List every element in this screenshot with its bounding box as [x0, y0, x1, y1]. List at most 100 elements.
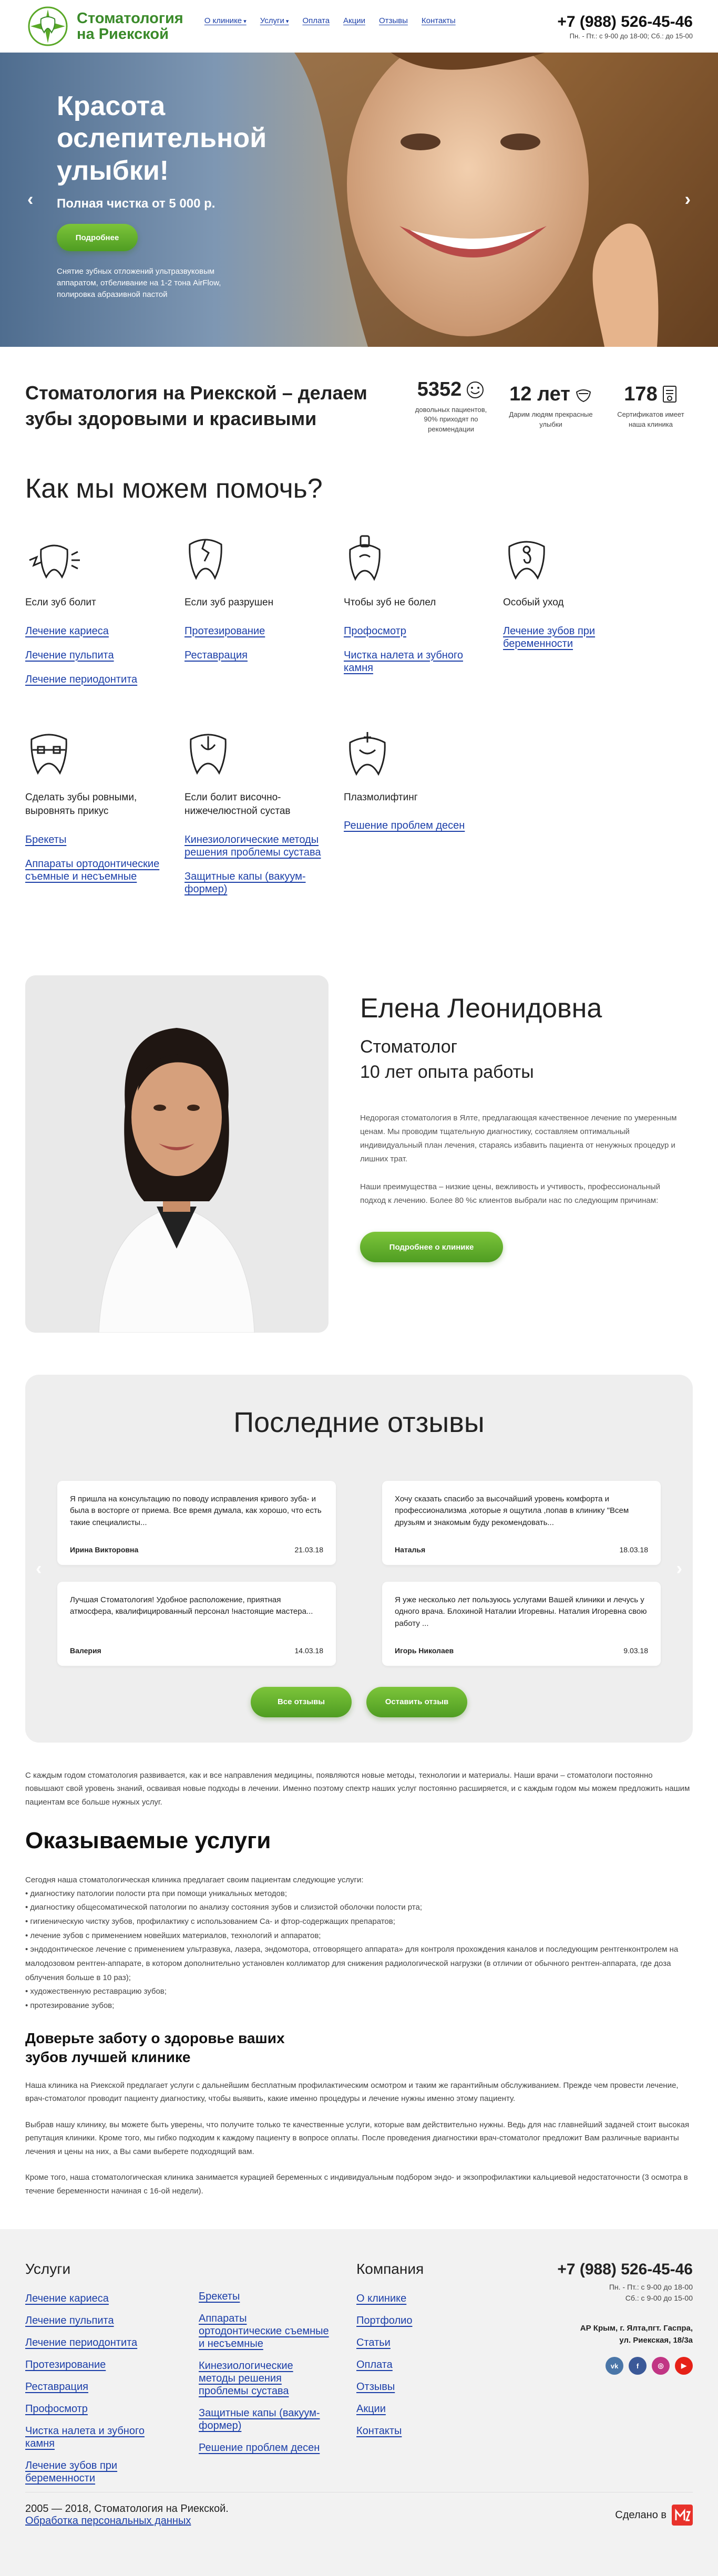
- link-restoration[interactable]: Реставрация: [184, 649, 321, 662]
- link-checkup[interactable]: Профосмотр: [344, 625, 480, 637]
- site-header: Стоматология на Риекской О клинике Услуг…: [0, 0, 718, 53]
- link-kinesiology[interactable]: Кинезиологические методы решения проблем…: [184, 833, 321, 859]
- doctor-section: Елена Леонидовна Стоматолог 10 лет опыта…: [0, 939, 718, 1333]
- footer-link[interactable]: Лечение пульпита: [25, 2314, 157, 2327]
- logo-icon: [25, 5, 70, 47]
- footer-link[interactable]: Протезирование: [25, 2358, 157, 2371]
- footer-company-heading: Компания: [356, 2261, 424, 2278]
- reviews-prev-arrow[interactable]: ‹: [36, 1559, 42, 1579]
- footer-link[interactable]: О клинике: [356, 2292, 514, 2305]
- header-contact: +7 (988) 526-45-46 Пн. - Пт.: с 9-00 до …: [557, 13, 693, 40]
- link-cleaning[interactable]: Чистка налета и зубного камня: [344, 649, 480, 674]
- footer-link[interactable]: Статьи: [356, 2336, 514, 2349]
- article-paragraph-2: Выбрав нашу клинику, вы можете быть увер…: [25, 2120, 690, 2156]
- review-text: Лучшая Стоматология! Удобное расположени…: [70, 1595, 313, 1616]
- review-card[interactable]: Хочу сказать спасибо за высочайший урове…: [382, 1480, 661, 1565]
- footer-link[interactable]: Защитные капы (вакуум-формер): [199, 2407, 330, 2432]
- review-card[interactable]: Я пришла на консультацию по поводу испра…: [57, 1480, 336, 1565]
- nav-about[interactable]: О клинике: [204, 16, 247, 25]
- stat-patients: 5352 довольных пациентов, 90% приходят п…: [409, 378, 493, 434]
- link-periodontitis[interactable]: Лечение периодонтита: [25, 673, 162, 686]
- footer-address-line1: АР Крым, г. Ялта,пгт. Гаспра,: [580, 2324, 693, 2333]
- link-pregnancy[interactable]: Лечение зубов при беременности: [503, 625, 640, 650]
- youtube-icon[interactable]: ▶: [675, 2357, 693, 2375]
- list-item: • протезирование зубов;: [25, 2001, 115, 2011]
- hero-more-button[interactable]: Подробнее: [57, 224, 138, 252]
- footer-link[interactable]: Лечение кариеса: [25, 2292, 157, 2305]
- braces-icon: [30, 734, 67, 775]
- reviews-section: Последние отзывы ‹ › Я пришла на консуль…: [25, 1374, 693, 1743]
- all-reviews-button[interactable]: Все отзывы: [251, 1686, 352, 1717]
- tooth-care-icon: [349, 535, 381, 581]
- header-phone[interactable]: +7 (988) 526-45-46: [557, 13, 693, 31]
- nav-contacts[interactable]: Контакты: [422, 16, 456, 25]
- stats-heading: Стоматология на Риекской – делаем зубы з…: [25, 382, 367, 429]
- reviews-heading: Последние отзывы: [233, 1406, 485, 1438]
- review-card[interactable]: Я уже несколько лет пользуюсь услугами В…: [382, 1581, 661, 1666]
- doctor-description: Недорогая стоматология в Ялте, предлагаю…: [360, 1111, 686, 1208]
- footer-link[interactable]: Аппараты ортодонтические съемные и несъе…: [199, 2312, 330, 2350]
- review-author: Игорь Николаев: [395, 1646, 454, 1655]
- link-ortho-devices[interactable]: Аппараты ортодонтические съемные и несъе…: [25, 858, 162, 883]
- link-mouthguards[interactable]: Защитные капы (вакуум-формер): [184, 870, 321, 895]
- leave-review-button[interactable]: Оставить отзыв: [366, 1686, 467, 1717]
- review-card[interactable]: Лучшая Стоматология! Удобное расположени…: [57, 1581, 336, 1666]
- footer-link[interactable]: Лечение периодонтита: [25, 2336, 157, 2349]
- review-text: Хочу сказать спасибо за высочайший урове…: [395, 1494, 629, 1527]
- reviews-next-arrow[interactable]: ›: [676, 1559, 682, 1579]
- stats-section: Стоматология на Риекской – делаем зубы з…: [0, 347, 718, 441]
- footer-link[interactable]: Брекеты: [199, 2290, 330, 2303]
- footer-hours-saturday: Сб.: с 9-00 до 15-00: [625, 2294, 693, 2303]
- hero-next-arrow[interactable]: ›: [685, 190, 691, 210]
- facebook-icon[interactable]: f: [629, 2357, 647, 2375]
- footer-link[interactable]: Реставрация: [25, 2381, 157, 2393]
- footer-link[interactable]: Отзывы: [356, 2381, 514, 2393]
- link-prosthetics[interactable]: Протезирование: [184, 625, 321, 637]
- nav-promos[interactable]: Акции: [343, 16, 365, 25]
- list-item: • эндодонтическое лечение с применением …: [25, 1945, 679, 1982]
- footer-link[interactable]: Решение проблем десен: [199, 2441, 330, 2454]
- list-item: • гигиеническую чистку зубов, профилакти…: [25, 1916, 395, 1926]
- clinic-more-button[interactable]: Подробнее о клинике: [360, 1232, 503, 1263]
- nav-payment[interactable]: Оплата: [302, 16, 330, 25]
- privacy-link[interactable]: Обработка персональных данных: [25, 2515, 191, 2527]
- help-item-title: Если зуб разрушен: [184, 597, 274, 608]
- instagram-icon[interactable]: ◎: [652, 2357, 670, 2375]
- help-item-title: Чтобы зуб не болел: [344, 597, 436, 608]
- footer-link[interactable]: Лечение зубов при беременности: [25, 2459, 157, 2485]
- review-author: Наталья: [395, 1545, 426, 1554]
- help-item-jaw: Если болит височно-нижечелюстной сустав …: [184, 729, 321, 907]
- nav-reviews[interactable]: Отзывы: [379, 16, 408, 25]
- hero-prev-arrow[interactable]: ‹: [27, 190, 33, 210]
- help-item-prevent: Чтобы зуб не болел Профосмотр Чистка нал…: [344, 534, 480, 697]
- vk-icon[interactable]: vk: [606, 2357, 623, 2375]
- hero-subtitle: Полная чистка от 5 000 р.: [57, 197, 216, 211]
- link-pulpitis[interactable]: Лечение пульпита: [25, 649, 162, 662]
- header-hours: Пн. - Пт.: с 9-00 до 18-00; Сб.: до 15-0…: [569, 32, 693, 40]
- footer-services-heading: Услуги: [25, 2261, 71, 2278]
- services-article: С каждым годом стоматология развивается,…: [0, 1743, 718, 2198]
- made-by-label: Сделано в: [615, 2509, 666, 2521]
- logo[interactable]: Стоматология на Риекской: [25, 5, 183, 47]
- footer-link[interactable]: Профосмотр: [25, 2403, 157, 2415]
- footer-link[interactable]: Оплата: [356, 2358, 514, 2371]
- doctor-paragraph-2: Наши преимущества – низкие цены, вежливо…: [360, 1182, 661, 1205]
- footer-link[interactable]: Чистка налета и зубного камня: [25, 2425, 157, 2450]
- logo-line2: на Риекской: [77, 26, 169, 43]
- footer-link[interactable]: Акции: [356, 2403, 514, 2415]
- article-heading: Оказываемые услуги: [25, 1828, 271, 1854]
- jaw-icon: [190, 734, 227, 775]
- link-braces[interactable]: Брекеты: [25, 833, 162, 846]
- link-caries[interactable]: Лечение кариеса: [25, 625, 162, 637]
- list-item: • диагностику патологии полости рта при …: [25, 1889, 288, 1898]
- review-date: 21.03.18: [294, 1545, 324, 1554]
- nav-services[interactable]: Услуги: [260, 16, 289, 25]
- footer-link[interactable]: Кинезиологические методы решения проблем…: [199, 2359, 330, 2397]
- footer-phone[interactable]: +7 (988) 526-45-46: [557, 2261, 693, 2279]
- developer-logo-icon[interactable]: [672, 2505, 693, 2526]
- link-gums[interactable]: Решение проблем десен: [344, 819, 480, 832]
- reviews-grid: Я пришла на консультацию по поводу испра…: [57, 1480, 661, 1666]
- footer-link[interactable]: Портфолио: [356, 2314, 514, 2327]
- footer-link[interactable]: Контакты: [356, 2425, 514, 2437]
- footer-hours-weekdays: Пн. - Пт.: с 9-00 до 18-00: [609, 2283, 693, 2292]
